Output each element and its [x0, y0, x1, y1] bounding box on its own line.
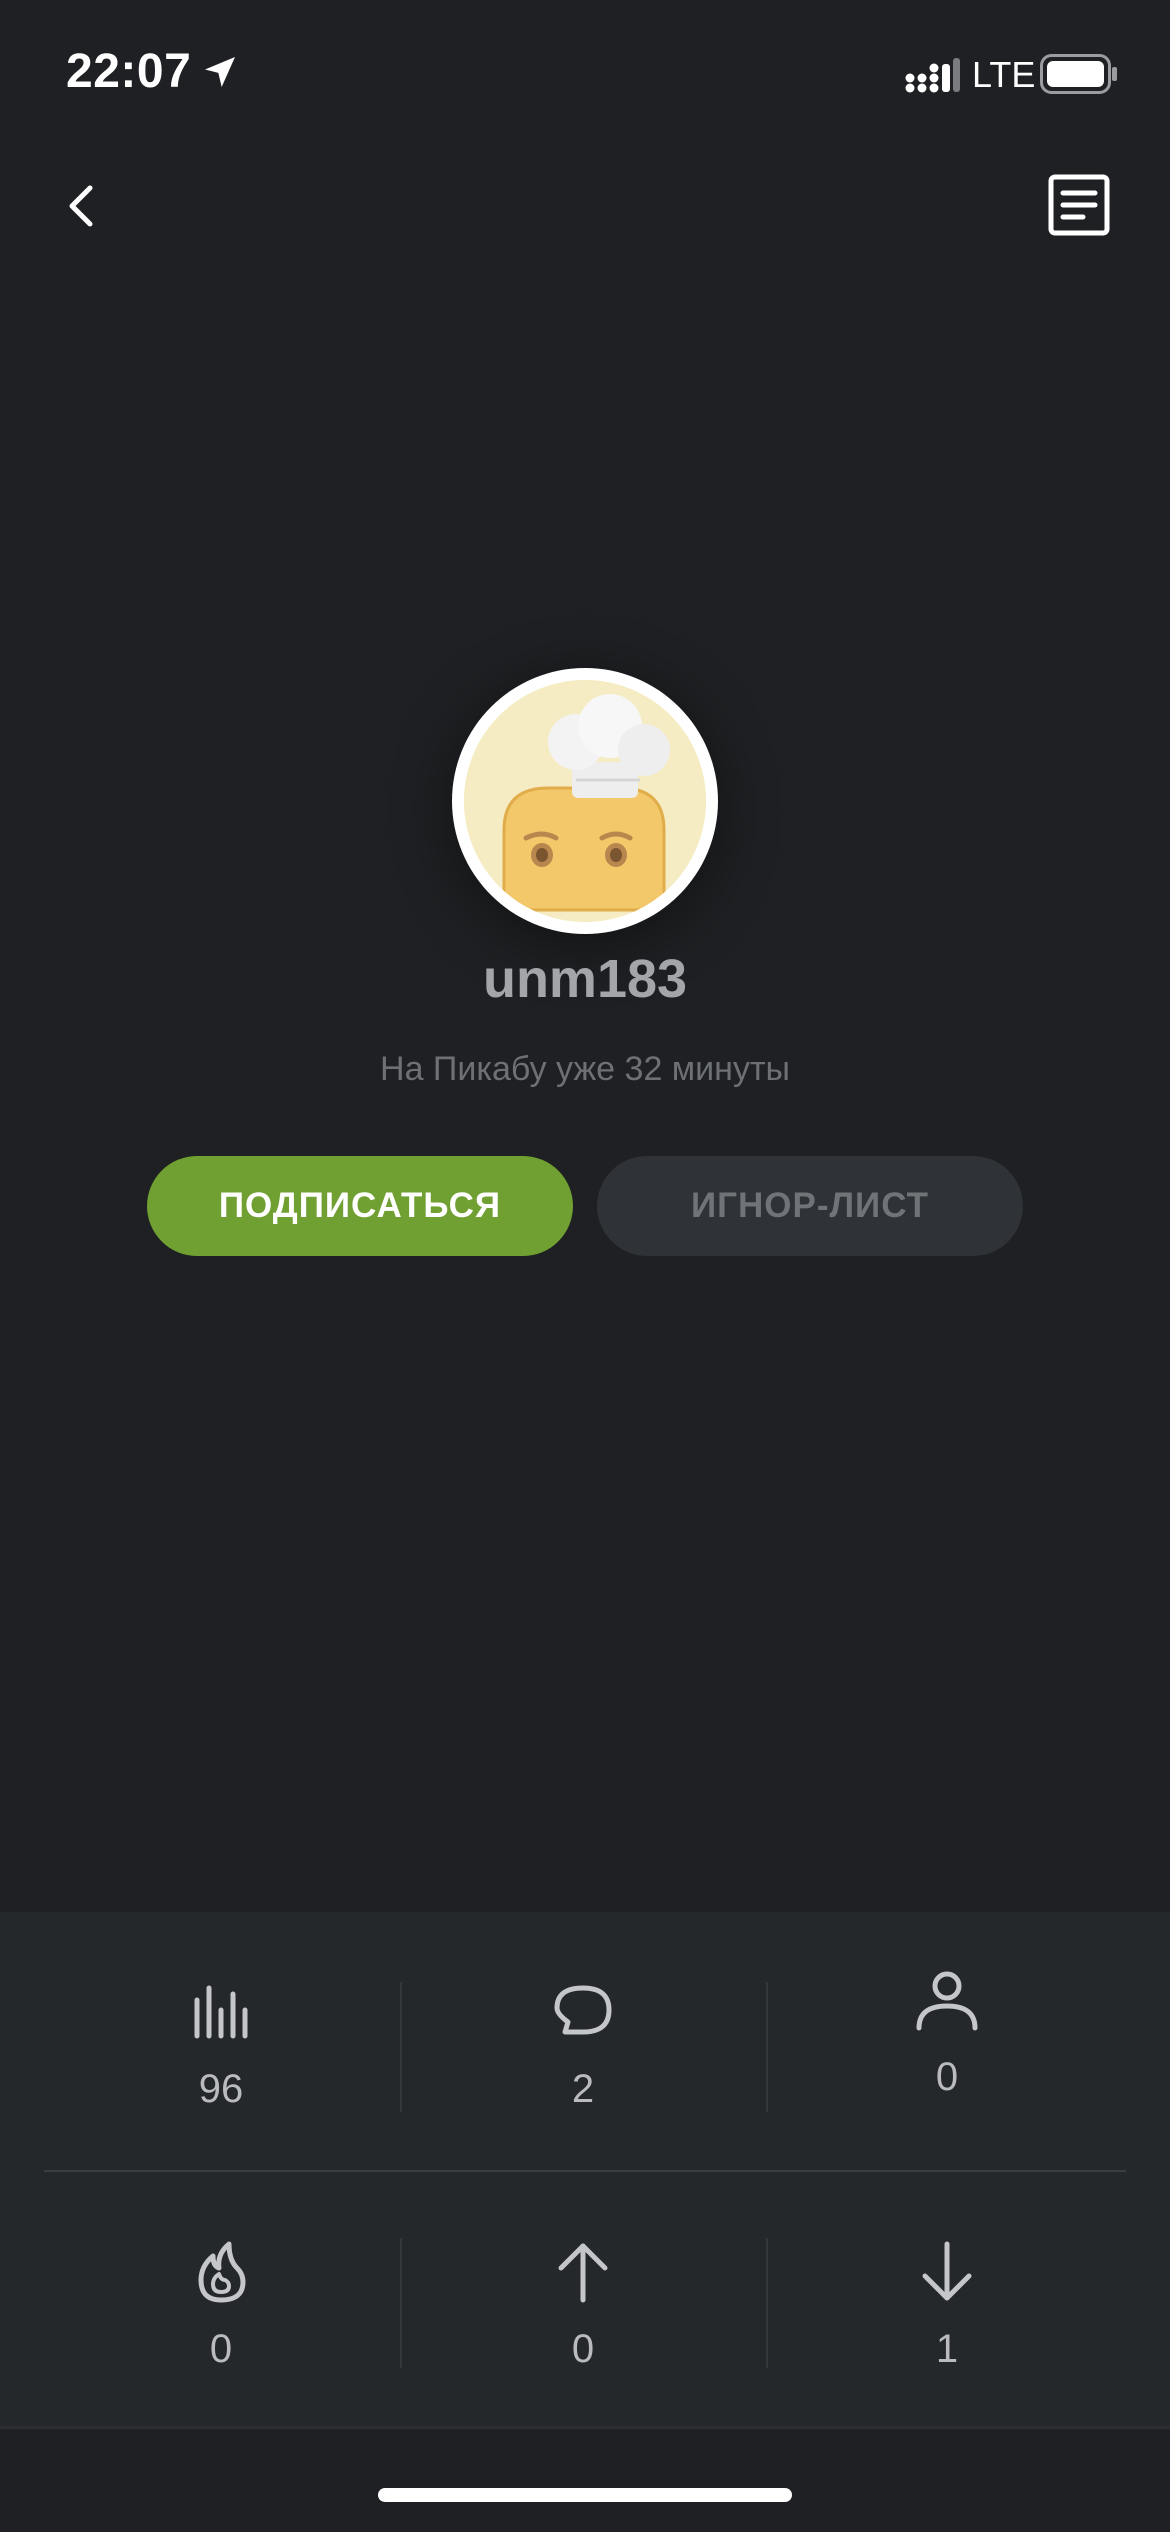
rating-bars-icon: [194, 1985, 248, 2039]
avatar[interactable]: [452, 668, 718, 934]
stat-downvotes[interactable]: 1: [764, 2172, 1130, 2432]
username: unm183: [482, 949, 688, 1009]
stat-subscribers-value: 0: [935, 2055, 959, 2099]
toast-chef-icon: [464, 680, 706, 922]
fire-icon: [198, 2241, 246, 2303]
stat-downvotes-value: 1: [935, 2327, 959, 2371]
stats-row-2: 0 0 1: [0, 2172, 1170, 2432]
battery-icon: [1040, 54, 1117, 94]
stat-upvotes[interactable]: 0: [400, 2172, 766, 2432]
stat-rating-value: 96: [198, 2067, 244, 2111]
stats-row-1: 96 2 0: [0, 1912, 1170, 2172]
subscribe-button[interactable]: ПОДПИСАТЬСЯ: [147, 1156, 573, 1256]
stat-comments-value: 2: [571, 2067, 595, 2111]
bottom-divider: [0, 2426, 1170, 2429]
avatar-image: [464, 680, 706, 922]
notes-icon: [1048, 174, 1110, 236]
signal-icon: [905, 58, 960, 93]
home-indicator[interactable]: [378, 2488, 792, 2502]
member-since-text: На Пикабу уже 32 минуты: [380, 1050, 790, 1088]
status-time: 22:07: [66, 45, 192, 98]
location-arrow-icon: [205, 57, 235, 87]
stat-subscribers[interactable]: 0: [764, 1912, 1130, 2172]
ignore-list-button[interactable]: ИГНОР-ЛИСТ: [597, 1156, 1023, 1256]
stat-hot-value: 0: [209, 2327, 233, 2371]
stat-upvotes-value: 0: [571, 2327, 595, 2371]
status-bar: 22:07 LTE: [0, 0, 1170, 140]
arrow-down-icon: [922, 2241, 972, 2301]
comment-icon: [554, 1985, 612, 2035]
back-button[interactable]: [48, 170, 120, 242]
stats-panel: 96 2 0 0 0 1: [0, 1912, 1170, 2426]
stat-rating[interactable]: 96: [38, 1912, 404, 2172]
stat-comments[interactable]: 2: [400, 1912, 766, 2172]
network-label: LTE: [972, 54, 1036, 95]
stat-hot[interactable]: 0: [38, 2172, 404, 2432]
notes-button[interactable]: [1046, 172, 1114, 240]
arrow-up-icon: [558, 2243, 608, 2303]
user-icon: [916, 1971, 978, 2031]
chevron-left-icon: [69, 185, 93, 227]
